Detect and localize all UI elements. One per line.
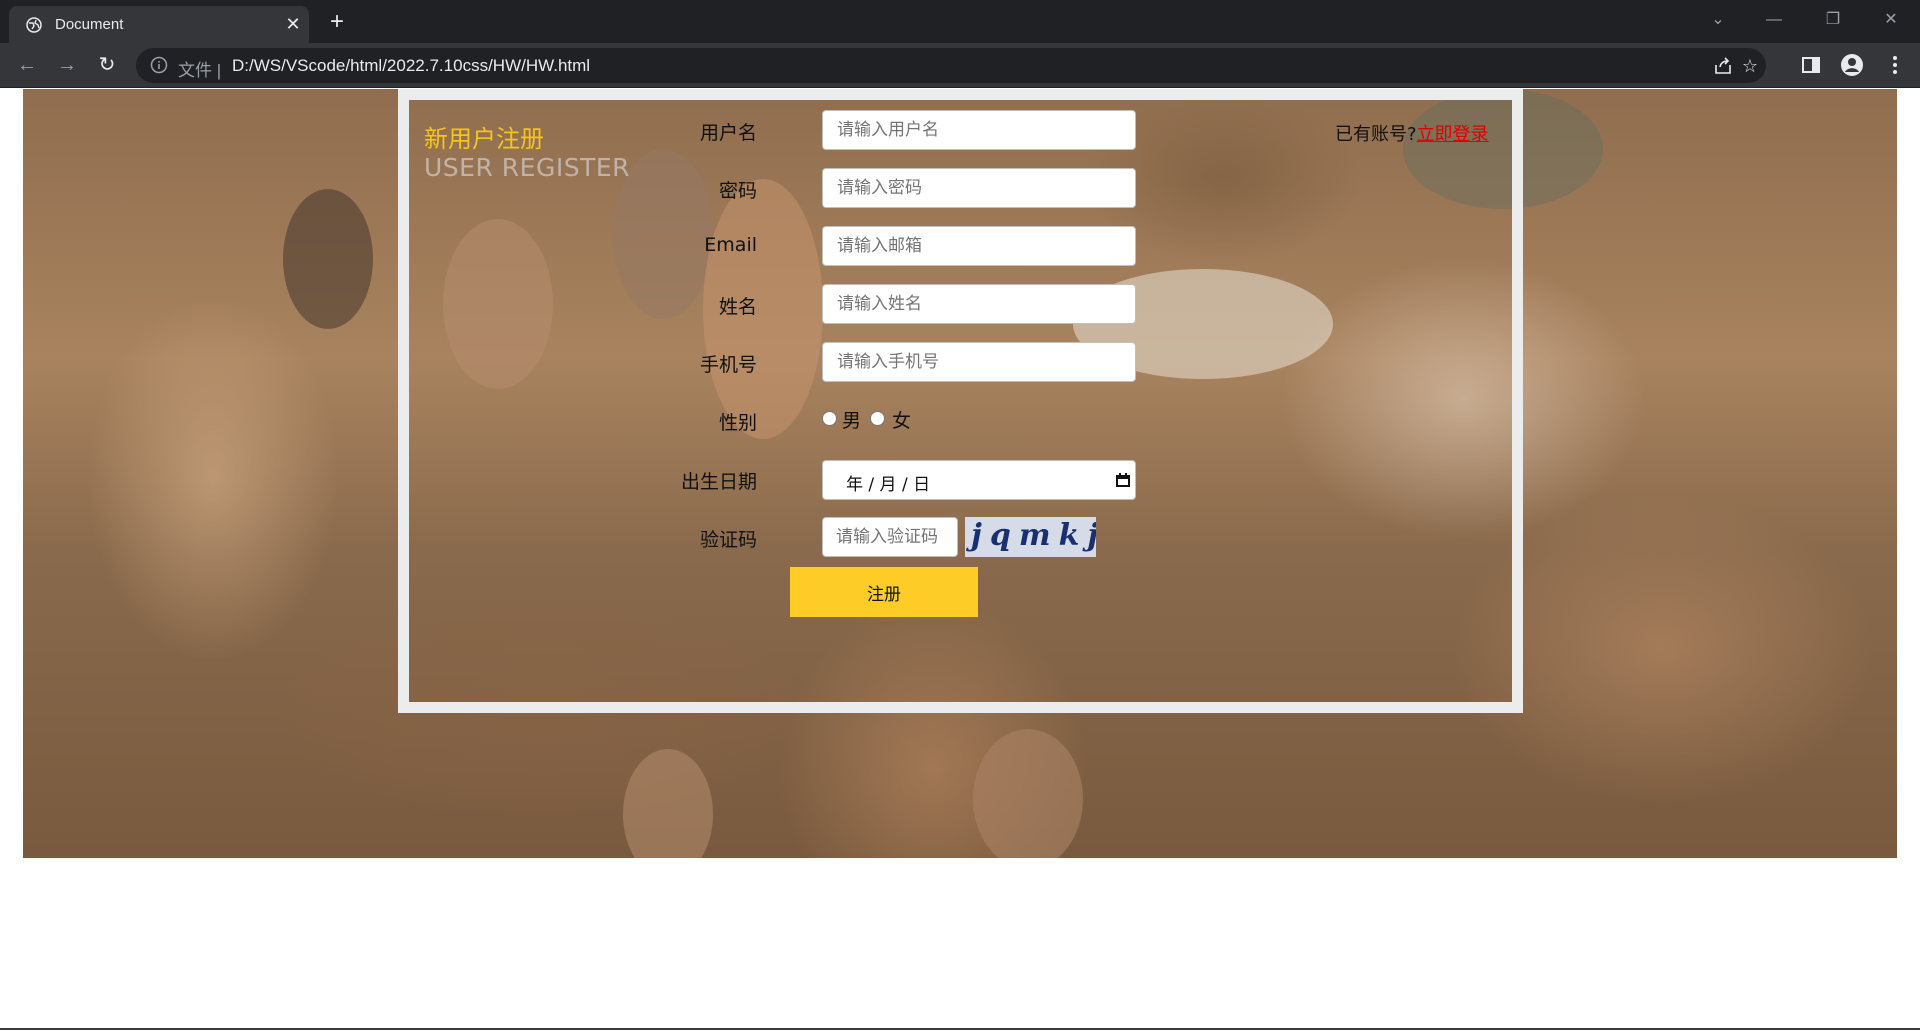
gender-female-label: 女 <box>892 410 912 432</box>
gender-label: 性别 <box>718 412 757 434</box>
login-hint: 已有账号?立即登录 <box>1335 124 1489 145</box>
register-title: 新用户注册 <box>424 125 544 153</box>
browser-toolbar: ← → ↻ 文件 | D:/WS/VScode/html/2022.7.10cs… <box>0 43 1920 88</box>
browser-tab[interactable]: Document ✕ <box>9 6 309 43</box>
tab-search-icon[interactable]: ⌄ <box>1706 9 1730 31</box>
bookmark-star-icon[interactable]: ☆ <box>1739 55 1761 77</box>
name-input[interactable] <box>822 284 1136 324</box>
name-label: 姓名 <box>718 296 757 318</box>
side-panel-icon[interactable] <box>1799 53 1823 77</box>
phone-input[interactable] <box>822 342 1136 382</box>
password-input[interactable] <box>822 168 1136 208</box>
back-icon[interactable]: ← <box>14 52 40 78</box>
bg-figure <box>973 729 1083 858</box>
globe-icon <box>26 17 42 33</box>
username-input[interactable] <box>822 110 1136 150</box>
browser-tab-strip: Document ✕ + ⌄ — ❐ ✕ <box>0 0 1920 43</box>
page-viewport: 新用户注册 USER REGISTER 已有账号?立即登录 用户名 密码 Ema… <box>0 89 1920 1030</box>
captcha-input[interactable] <box>822 517 958 557</box>
email-input[interactable] <box>822 226 1136 266</box>
info-icon[interactable] <box>150 56 168 74</box>
captcha-image[interactable]: jqmkj <box>965 517 1096 557</box>
menu-dots-icon[interactable] <box>1883 53 1907 77</box>
phone-label: 手机号 <box>699 354 757 376</box>
tab-title: Document <box>55 16 124 33</box>
register-subtitle: USER REGISTER <box>424 153 630 182</box>
password-label: 密码 <box>718 180 757 202</box>
address-bar[interactable]: 文件 | D:/WS/VScode/html/2022.7.10css/HW/H… <box>136 48 1766 83</box>
captcha-image-text: jqmkj <box>971 518 1096 553</box>
scheme-label: 文件 | <box>178 61 222 80</box>
url-text[interactable]: D:/WS/VScode/html/2022.7.10css/HW/HW.htm… <box>232 56 590 76</box>
close-window-icon[interactable]: ✕ <box>1879 9 1903 31</box>
restore-icon[interactable]: ❐ <box>1821 9 1845 31</box>
captcha-label: 验证码 <box>699 529 757 551</box>
minimize-icon[interactable]: — <box>1762 9 1786 31</box>
birthday-date-input[interactable]: 年 / 月 / 日 <box>822 460 1136 500</box>
new-tab-button[interactable]: + <box>326 10 348 34</box>
birthday-label: 出生日期 <box>680 471 757 493</box>
date-value: 年 / 月 / 日 <box>846 475 931 495</box>
close-tab-icon[interactable]: ✕ <box>284 15 302 33</box>
profile-icon[interactable] <box>1840 53 1864 77</box>
email-label: Email <box>704 234 757 256</box>
login-link[interactable]: 立即登录 <box>1417 124 1489 145</box>
share-icon[interactable] <box>1712 55 1734 77</box>
register-button[interactable]: 注册 <box>790 567 978 617</box>
username-label: 用户名 <box>699 122 757 144</box>
reload-icon[interactable]: ↻ <box>94 52 120 78</box>
gender-female-radio[interactable] <box>870 411 885 426</box>
bg-figure <box>283 189 373 329</box>
bg-figure <box>623 749 713 858</box>
gender-male-radio[interactable] <box>822 411 837 426</box>
gender-male-label: 男 <box>842 410 862 432</box>
calendar-icon[interactable] <box>1115 472 1131 488</box>
forward-icon[interactable]: → <box>54 52 80 78</box>
